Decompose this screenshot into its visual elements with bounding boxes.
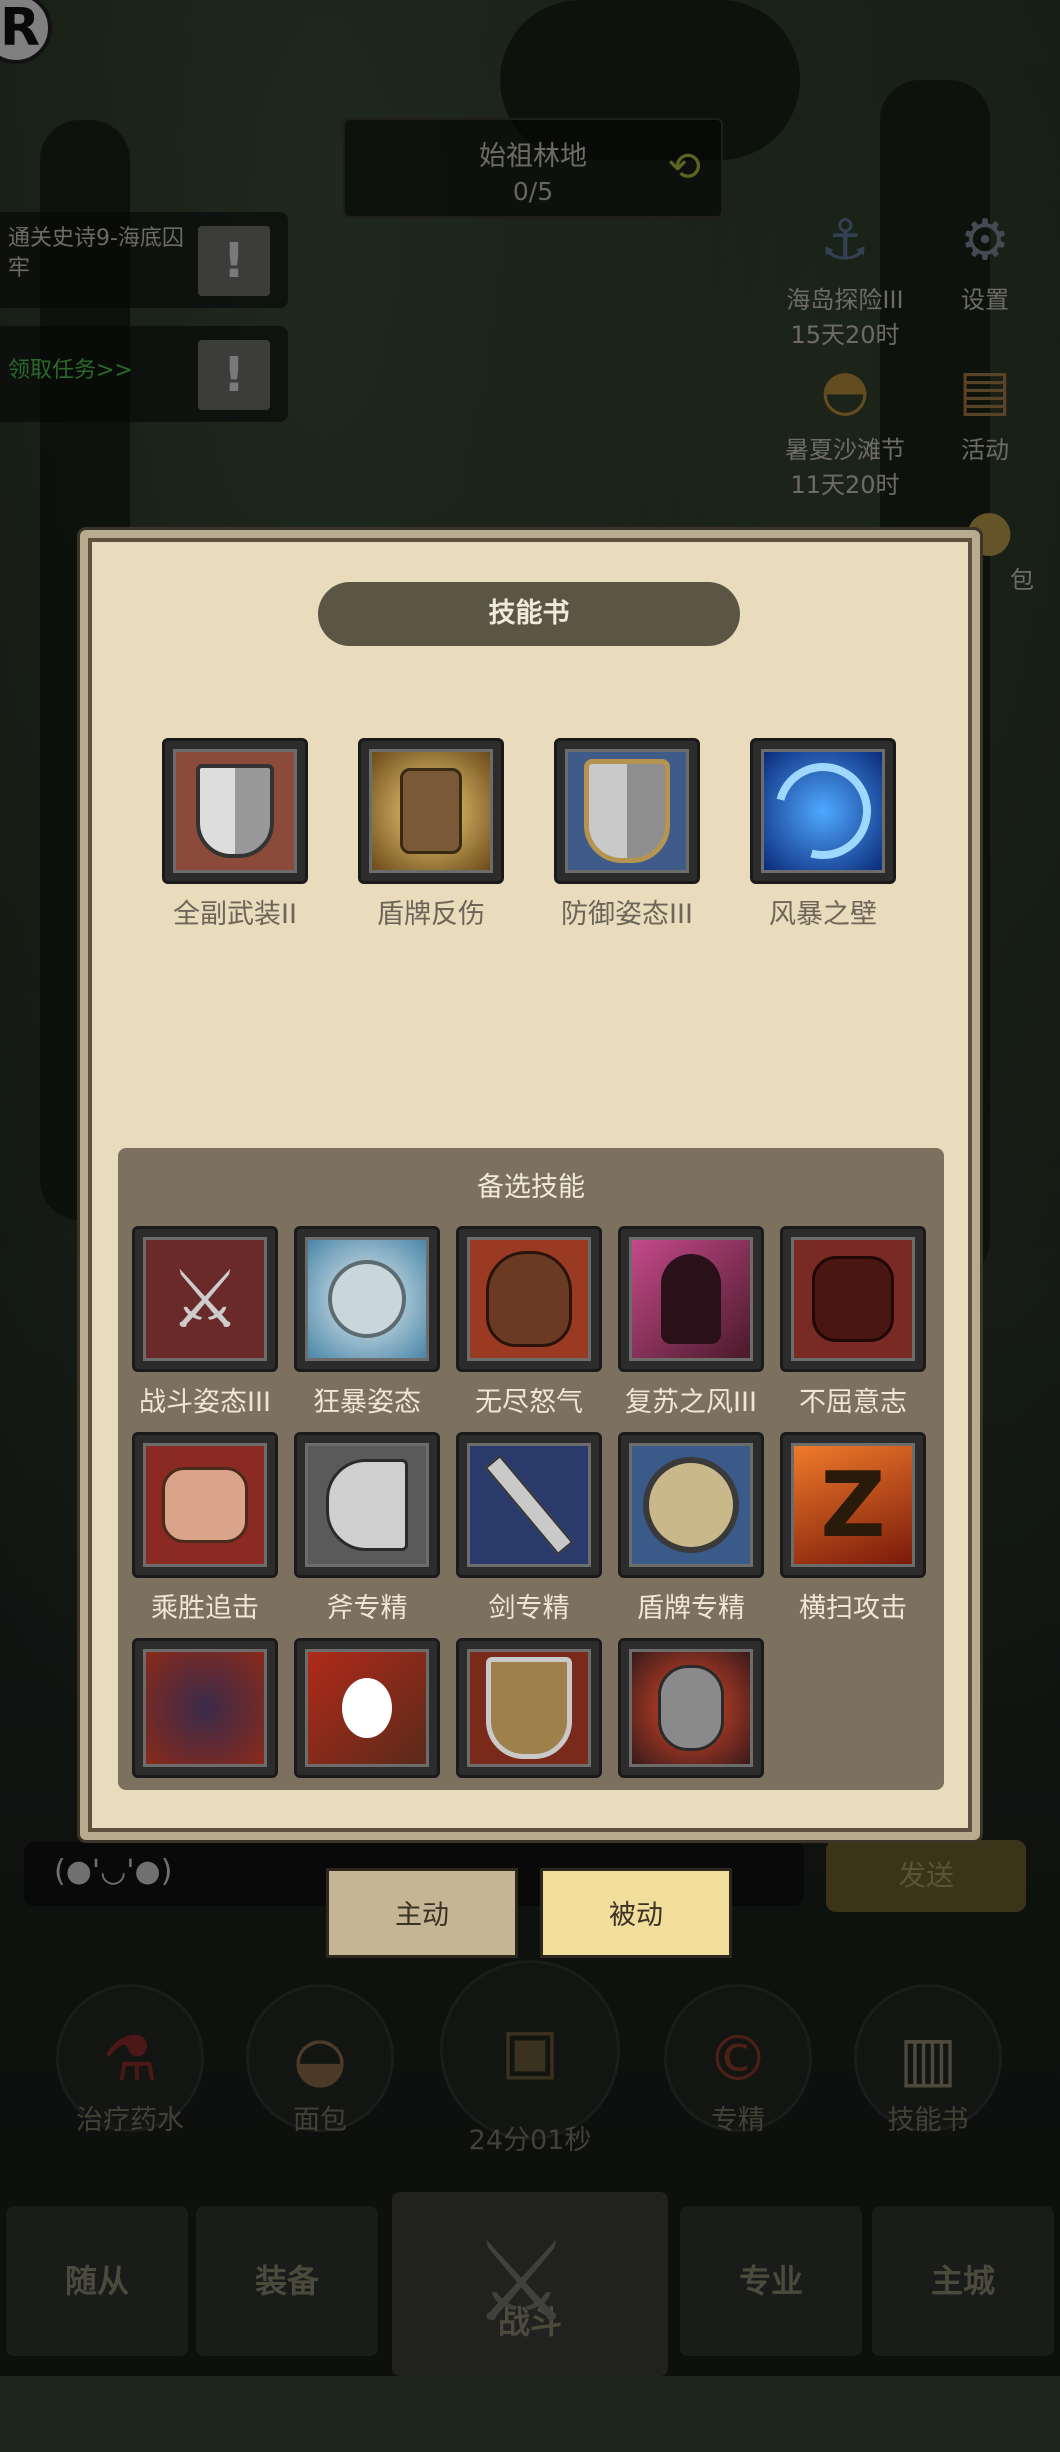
tab-active-skills[interactable]: 主动 <box>326 1868 518 1958</box>
berserker-icon <box>305 1237 429 1361</box>
skill-frame <box>618 1432 764 1578</box>
candidate-skill-slot[interactable]: 无尽怒气 <box>456 1226 602 1419</box>
equipped-skill-slot[interactable]: 盾牌反伤 <box>358 738 504 931</box>
candidate-skill-slot[interactable]: 剑专精 <box>456 1432 602 1625</box>
candidate-skill-slot[interactable]: Z 横扫攻击 <box>780 1432 926 1625</box>
demon-wind-icon <box>629 1237 753 1361</box>
tab-passive-skills[interactable]: 被动 <box>540 1868 732 1958</box>
skill-frame <box>132 1432 278 1578</box>
axe-icon <box>305 1443 429 1567</box>
candidate-skill-slot[interactable] <box>456 1638 602 1778</box>
candidate-skill-slot[interactable]: 复苏之风III <box>618 1226 764 1419</box>
skill-frame <box>456 1432 602 1578</box>
candidate-skill-slot[interactable] <box>618 1638 764 1778</box>
skill-label: 复苏之风III <box>625 1387 757 1418</box>
skill-label: 盾牌专精 <box>637 1593 745 1624</box>
dark-fist-icon <box>143 1649 267 1767</box>
skill-frame <box>162 738 308 884</box>
dialog-title: 技能书 <box>318 582 740 646</box>
skill-label: 横扫攻击 <box>799 1593 907 1624</box>
skill-frame <box>554 738 700 884</box>
sword-icon <box>467 1443 591 1567</box>
skill-frame <box>456 1226 602 1372</box>
skill-frame <box>294 1638 440 1778</box>
crossed-swords-icon: ⚔ <box>143 1237 267 1361</box>
skill-label: 全副武装II <box>173 899 297 930</box>
skill-frame: ⚔ <box>132 1226 278 1372</box>
candidate-skill-slot[interactable]: ⚔ 战斗姿态III <box>132 1226 278 1419</box>
skill-label: 狂暴姿态 <box>313 1387 421 1418</box>
storm-swirl-icon <box>761 749 885 873</box>
equipped-skill-slot[interactable]: 全副武装II <box>162 738 308 931</box>
fist-icon <box>791 1237 915 1361</box>
claw-icon <box>305 1649 429 1767</box>
skill-frame <box>618 1638 764 1778</box>
candidate-skills-title: 备选技能 <box>477 1172 585 1203</box>
skill-label: 无尽怒气 <box>475 1387 583 1418</box>
skill-frame <box>358 738 504 884</box>
punch-icon <box>143 1443 267 1567</box>
candidate-skill-slot[interactable]: 盾牌专精 <box>618 1432 764 1625</box>
candidate-skill-slot[interactable]: 乘胜追击 <box>132 1432 278 1625</box>
skill-label: 战斗姿态III <box>139 1387 271 1418</box>
sweep-icon: Z <box>791 1443 915 1567</box>
skill-label: 风暴之壁 <box>769 899 877 930</box>
candidate-skill-slot[interactable]: 斧专精 <box>294 1432 440 1625</box>
candidate-skill-slot[interactable] <box>294 1638 440 1778</box>
skill-label: 不屈意志 <box>799 1387 907 1418</box>
skill-frame <box>456 1638 602 1778</box>
skill-frame <box>618 1226 764 1372</box>
round-shield-icon <box>629 1443 753 1567</box>
skill-label: 乘胜追击 <box>151 1593 259 1624</box>
bleed-claw-icon <box>629 1649 753 1767</box>
skill-label: 防御姿态III <box>561 899 693 930</box>
shield-split-icon <box>173 749 297 873</box>
skill-frame <box>294 1432 440 1578</box>
candidate-skill-slot[interactable] <box>132 1638 278 1778</box>
skill-frame: Z <box>780 1432 926 1578</box>
skill-frame <box>132 1638 278 1778</box>
candidate-skill-slot[interactable]: 狂暴姿态 <box>294 1226 440 1419</box>
equipped-skill-slot[interactable]: 防御姿态III <box>554 738 700 931</box>
skill-frame <box>294 1226 440 1372</box>
equipped-skill-slot[interactable]: 风暴之壁 <box>750 738 896 931</box>
candidate-skill-slot[interactable]: 不屈意志 <box>780 1226 926 1419</box>
skill-label: 斧专精 <box>326 1593 408 1624</box>
gray-shield-icon <box>565 749 689 873</box>
skill-label: 盾牌反伤 <box>377 899 485 930</box>
skill-frame <box>780 1226 926 1372</box>
broken-shield-icon <box>467 1649 591 1767</box>
skill-label: 剑专精 <box>488 1593 570 1624</box>
rage-face-icon <box>467 1237 591 1361</box>
shield-reflect-icon <box>369 749 493 873</box>
skill-frame <box>750 738 896 884</box>
